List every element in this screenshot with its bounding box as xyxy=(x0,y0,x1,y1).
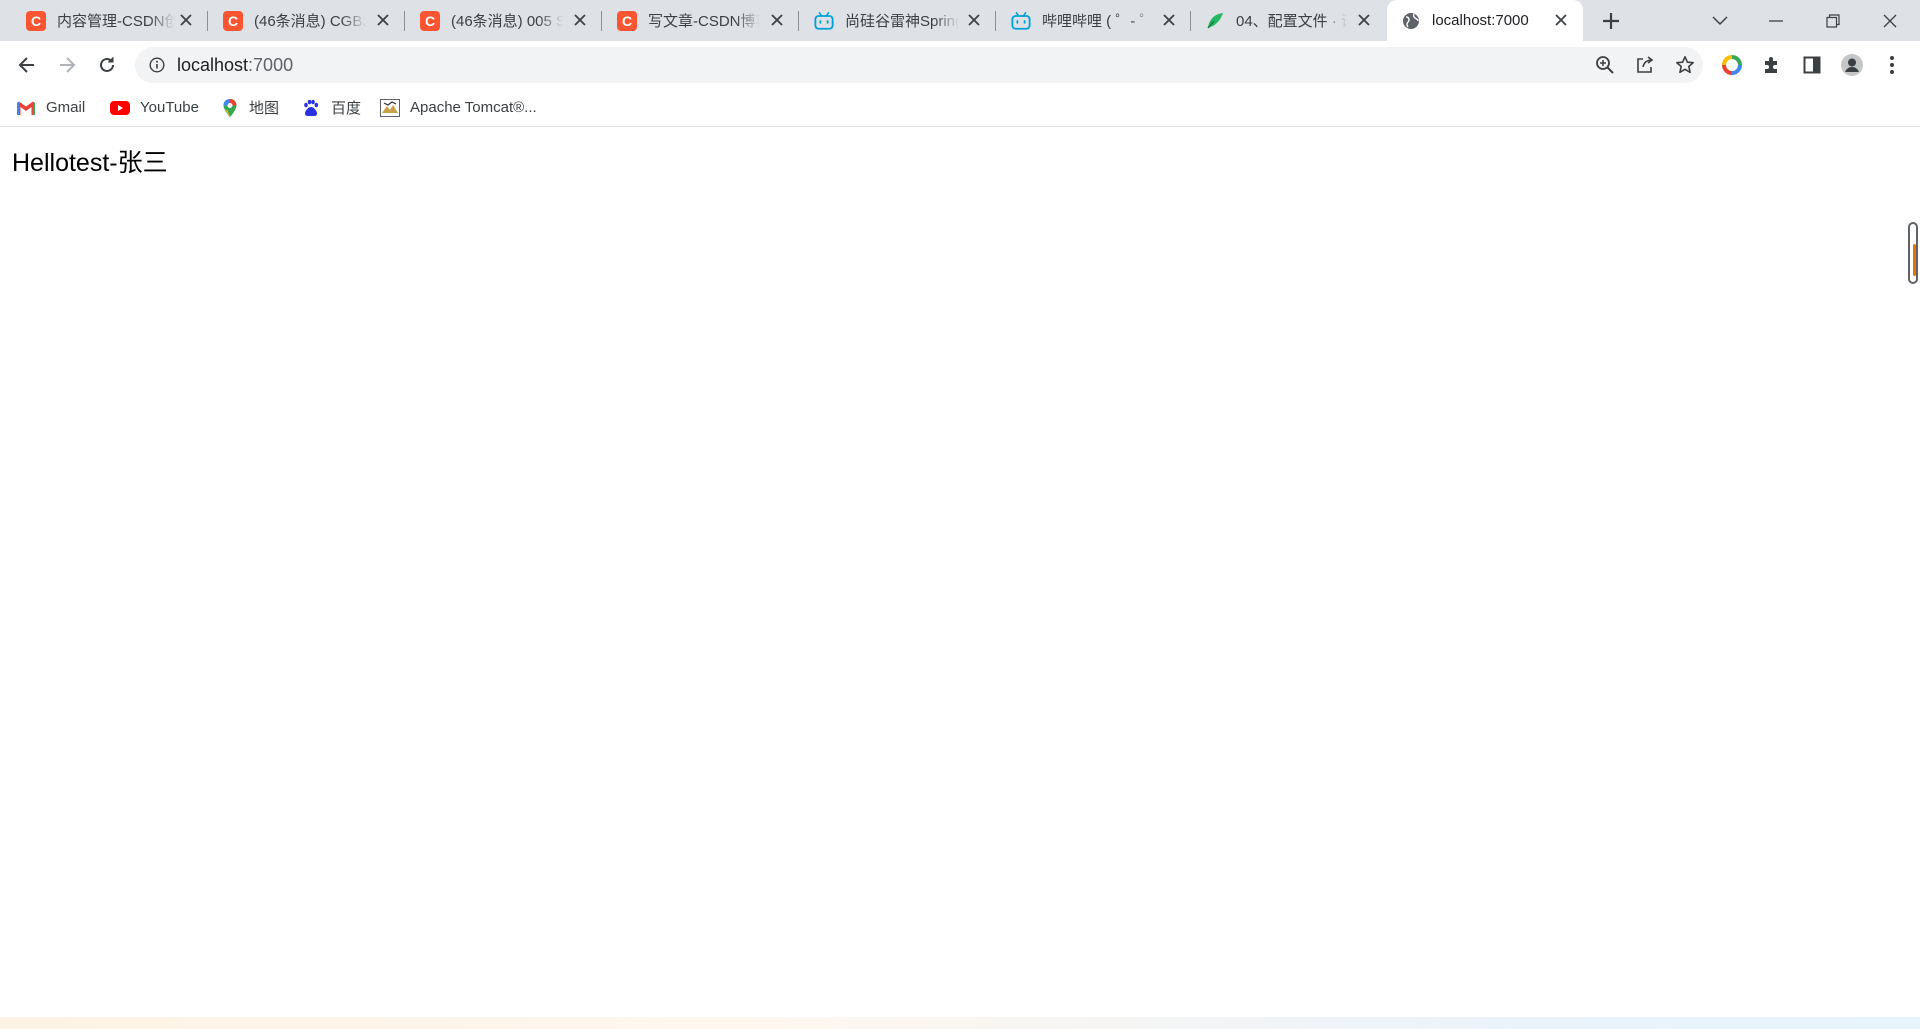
csdn-icon: C xyxy=(617,10,637,31)
arrow-left-icon xyxy=(18,57,34,73)
page-content: Hellotest-张三 xyxy=(0,127,1920,1016)
close-icon[interactable] xyxy=(1356,12,1372,28)
tab-title: 尚硅谷雷神SpringBoot2 xyxy=(845,13,959,30)
arrow-right-icon xyxy=(60,57,76,73)
tab-search-button[interactable] xyxy=(1692,0,1748,41)
restore-button[interactable] xyxy=(1805,0,1861,41)
reload-button[interactable] xyxy=(91,49,123,81)
url-port: :7000 xyxy=(248,55,294,75)
tab-bilibili-home[interactable]: 哔哩哔哩 ( ゜- ゜)つロ 干杯 xyxy=(996,0,1191,41)
page-text: Hellotest-张三 xyxy=(12,149,168,177)
forward-button[interactable] xyxy=(51,49,83,81)
svg-text:C: C xyxy=(31,13,41,29)
minimize-icon xyxy=(1769,19,1783,22)
bookmark-star-icon[interactable] xyxy=(1673,53,1697,77)
minimize-button[interactable] xyxy=(1748,0,1804,41)
tab-localhost[interactable]: localhost:7000 xyxy=(1387,0,1583,41)
gmail-icon xyxy=(16,98,36,118)
back-button[interactable] xyxy=(11,49,43,81)
bookmark-baidu[interactable]: 百度 xyxy=(301,89,361,126)
tab-strip: C 内容管理-CSDN创作中心 C (46条消息) CGB2108 C (46条… xyxy=(0,0,1920,41)
bookmark-tomcat[interactable]: Apache Tomcat®... xyxy=(380,89,537,126)
tab-title: 内容管理-CSDN创作中心 xyxy=(57,13,175,30)
tab-yuque-config[interactable]: 04、配置文件 · 语雀 xyxy=(1191,0,1386,41)
bookmark-label: Gmail xyxy=(46,99,86,116)
csdn-icon: C xyxy=(26,10,46,31)
tab-csdn-cgb[interactable]: C (46条消息) CGB2108 xyxy=(208,0,405,41)
close-window-button[interactable] xyxy=(1862,0,1918,41)
bookmark-label: 百度 xyxy=(331,100,362,117)
tab-csdn-005[interactable]: C (46条消息) 005 SpringBoot xyxy=(405,0,602,41)
bookmark-youtube[interactable]: YouTube xyxy=(110,89,199,126)
tab-csdn-content[interactable]: C 内容管理-CSDN创作中心 xyxy=(0,0,208,41)
bookmark-gmail[interactable]: Gmail xyxy=(16,89,85,126)
tab-title: (46条消息) CGB2108 xyxy=(254,13,366,30)
close-icon[interactable] xyxy=(572,12,588,28)
tab-title: 04、配置文件 · 语雀 xyxy=(1236,13,1348,30)
reload-icon xyxy=(100,57,114,72)
bilibili-icon xyxy=(1011,11,1031,31)
tab-bilibili-springboot[interactable]: 尚硅谷雷神SpringBoot2 xyxy=(799,0,996,41)
tomcat-icon xyxy=(380,98,400,118)
chevron-down-icon xyxy=(1712,15,1728,25)
close-icon[interactable] xyxy=(178,12,194,28)
close-icon xyxy=(1883,14,1897,27)
profile-button[interactable] xyxy=(1836,49,1868,81)
extension-colorful-button[interactable] xyxy=(1716,49,1748,81)
svg-text:C: C xyxy=(228,13,238,29)
tab-title: (46条消息) 005 SpringBoot xyxy=(451,13,563,30)
close-icon[interactable] xyxy=(966,12,982,28)
kebab-menu-icon xyxy=(1890,56,1894,74)
browser-toolbar: localhost:7000 xyxy=(0,41,1920,89)
svg-text:C: C xyxy=(622,13,632,29)
scrollbar-thumb[interactable] xyxy=(1908,222,1918,284)
info-icon[interactable] xyxy=(149,57,165,73)
close-icon[interactable] xyxy=(769,12,785,28)
avatar-icon xyxy=(1841,54,1863,76)
menu-button[interactable] xyxy=(1876,49,1908,81)
close-icon[interactable] xyxy=(1553,12,1569,28)
share-icon[interactable] xyxy=(1633,53,1657,77)
bookmark-label: Apache Tomcat®... xyxy=(410,99,537,116)
bookmark-label: 地图 xyxy=(249,100,280,117)
close-icon[interactable] xyxy=(1161,12,1177,28)
bookmark-label: YouTube xyxy=(140,99,199,116)
tab-title: 写文章-CSDN博客 xyxy=(648,13,760,30)
address-bar[interactable]: localhost:7000 xyxy=(135,47,1703,83)
extensions-button[interactable] xyxy=(1756,49,1788,81)
bilibili-icon xyxy=(814,11,834,31)
svg-text:C: C xyxy=(425,13,435,29)
new-tab-button[interactable] xyxy=(1598,8,1624,34)
url-host: localhost xyxy=(177,55,249,75)
footer-strip xyxy=(0,1017,1920,1029)
side-panel-button[interactable] xyxy=(1796,49,1828,81)
maps-icon xyxy=(220,98,240,118)
csdn-icon: C xyxy=(420,10,440,31)
close-icon[interactable] xyxy=(375,12,391,28)
globe-icon xyxy=(1401,11,1421,31)
bookmark-maps[interactable]: 地图 xyxy=(220,89,279,126)
plus-icon xyxy=(1603,13,1619,29)
url-text[interactable]: localhost:7000 xyxy=(177,55,293,76)
bookmarks-bar: Gmail YouTube 地图 百度 Apache Tomcat®... xyxy=(0,89,1920,127)
restore-icon xyxy=(1826,13,1840,28)
youtube-icon xyxy=(110,98,130,118)
csdn-icon: C xyxy=(223,10,243,31)
side-panel-icon xyxy=(1803,56,1821,74)
tab-title: localhost:7000 xyxy=(1432,12,1529,29)
ring-extension-icon xyxy=(1722,55,1742,75)
zoom-icon[interactable] xyxy=(1593,53,1617,77)
puzzle-icon xyxy=(1765,57,1777,73)
baidu-icon xyxy=(301,98,321,118)
tab-title: 哔哩哔哩 ( ゜- ゜)つロ 干杯 xyxy=(1042,13,1156,30)
tab-csdn-write[interactable]: C 写文章-CSDN博客 xyxy=(602,0,799,41)
yuque-icon xyxy=(1205,11,1225,31)
